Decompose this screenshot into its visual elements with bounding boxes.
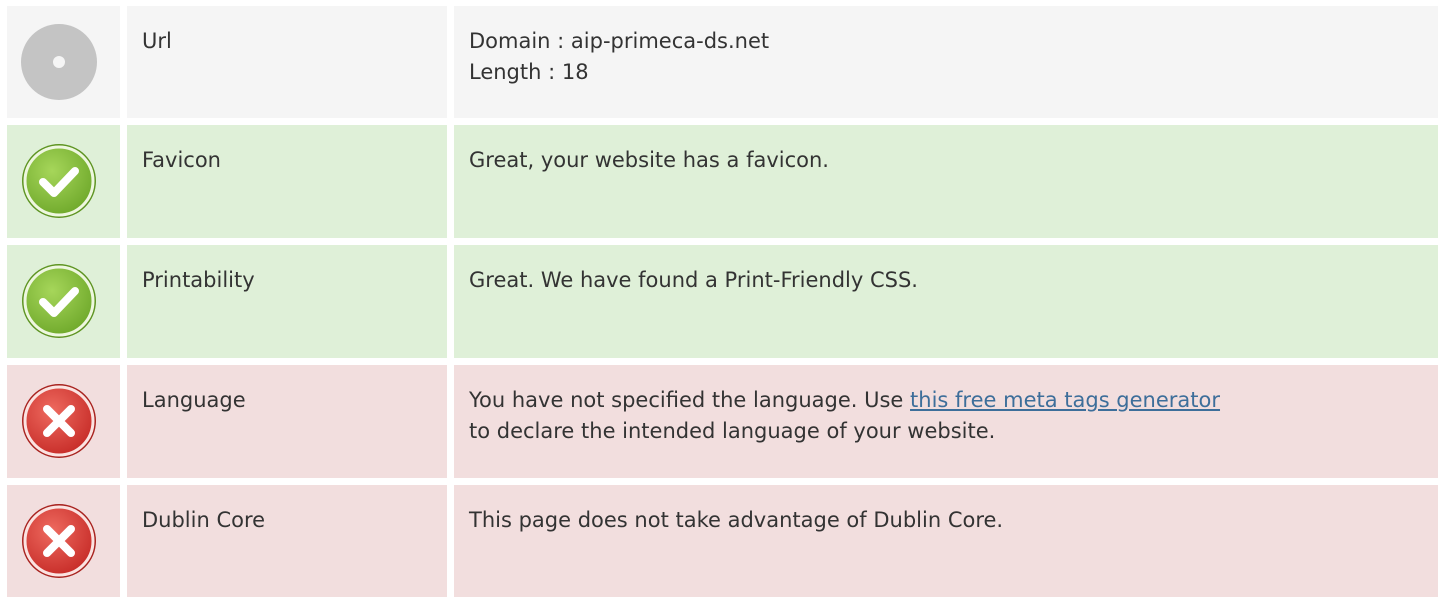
domain-value: Domain : aip-primeca-ds.net (469, 29, 770, 53)
status-cell (7, 365, 120, 478)
row-label: Dublin Core (142, 508, 266, 532)
row-label-cell: Language (127, 365, 447, 478)
printability-result: Great. We have found a Print-Friendly CS… (469, 268, 918, 292)
report-row-favicon: Favicon Great, your website has a favico… (7, 125, 1438, 238)
url-details: Domain : aip-primeca-ds.net Length : 18 (469, 26, 769, 88)
check-icon (20, 262, 98, 340)
status-cell (7, 125, 120, 238)
row-label: Url (142, 29, 172, 53)
row-value-cell: You have not specified the language. Use… (454, 365, 1438, 478)
meta-tags-generator-link[interactable]: this free meta tags generator (910, 388, 1220, 412)
report-row-url: Url Domain : aip-primeca-ds.net Length :… (7, 6, 1438, 118)
language-result: You have not specified the language. Use… (469, 385, 1220, 447)
status-cell (7, 245, 120, 358)
row-value-cell: This page does not take advantage of Dub… (454, 485, 1438, 597)
report-row-printability: Printability Great. We have found a Prin… (7, 245, 1438, 358)
row-label-cell: Printability (127, 245, 447, 358)
row-label-cell: Favicon (127, 125, 447, 238)
report-row-language: Language You have not specified the lang… (7, 365, 1438, 478)
row-value-cell: Great, your website has a favicon. (454, 125, 1438, 238)
length-value: Length : 18 (469, 60, 589, 84)
cross-icon (20, 382, 98, 460)
favicon-result: Great, your website has a favicon. (469, 148, 829, 172)
report-row-dublin-core: Dublin Core This page does not take adva… (7, 485, 1438, 597)
dublin-core-result: This page does not take advantage of Dub… (469, 508, 1004, 532)
row-value-cell: Great. We have found a Print-Friendly CS… (454, 245, 1438, 358)
row-value-cell: Domain : aip-primeca-ds.net Length : 18 (454, 6, 1438, 118)
row-label-cell: Dublin Core (127, 485, 447, 597)
row-label: Favicon (142, 148, 221, 172)
cross-icon (20, 502, 98, 580)
status-cell (7, 485, 120, 597)
language-message-continued: to declare the intended language of your… (469, 419, 996, 443)
seo-report: Url Domain : aip-primeca-ds.net Length :… (0, 0, 1445, 597)
status-cell (7, 6, 120, 118)
row-label: Language (142, 388, 246, 412)
row-label: Printability (142, 268, 255, 292)
language-message: You have not specified the language. Use (469, 388, 911, 412)
neutral-dot-icon (20, 23, 98, 101)
row-label-cell: Url (127, 6, 447, 118)
check-icon (20, 142, 98, 220)
